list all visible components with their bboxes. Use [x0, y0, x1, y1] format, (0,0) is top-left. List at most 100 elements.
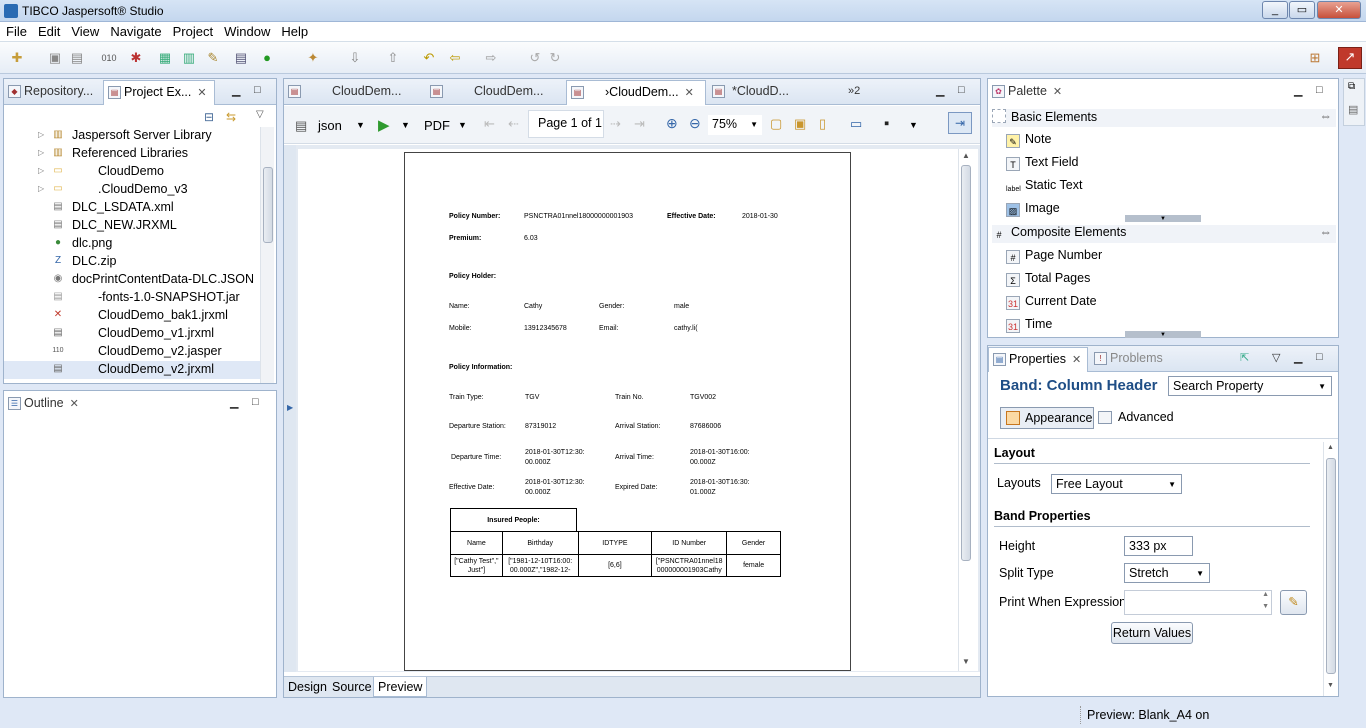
- scroll-down-icon[interactable]: ▼: [962, 657, 970, 666]
- scroll-down-icon[interactable]: ▼: [1327, 682, 1334, 689]
- view-menu-icon[interactable]: ▽: [256, 109, 264, 120]
- back-icon[interactable]: ⇦: [446, 49, 464, 67]
- palette-item-image[interactable]: ▨ Image: [1006, 201, 1060, 217]
- palette-item-text-field[interactable]: T Text Field: [1006, 155, 1079, 171]
- layouts-select[interactable]: Free Layout ▼: [1051, 474, 1182, 494]
- palette-item-total-pages[interactable]: Σ Total Pages: [1006, 271, 1090, 287]
- zoom-select[interactable]: 75% ▼: [708, 115, 762, 135]
- last-page-icon[interactable]: ⇥: [634, 116, 645, 132]
- import-icon[interactable]: ⇧: [384, 49, 402, 67]
- last-edit-icon[interactable]: ↶: [420, 49, 438, 67]
- tab-problems[interactable]: ! Problems: [1090, 347, 1180, 372]
- tab-appearance[interactable]: Appearance: [1000, 407, 1094, 429]
- tab-project-explorer[interactable]: ▤ Project Ex... ✕: [103, 80, 215, 105]
- tree-item[interactable]: ▤ CloudDemo_v2.jrxml: [4, 361, 260, 379]
- restore-icon[interactable]: ⧉: [1348, 81, 1355, 92]
- basic-elements-header[interactable]: Basic Elements ⇔: [992, 109, 1336, 127]
- chevron-down-icon[interactable]: ▼: [401, 120, 410, 130]
- save-all-icon[interactable]: ▤: [68, 49, 86, 67]
- fit-page-icon[interactable]: ▣: [794, 116, 806, 132]
- expand-arrow-icon[interactable]: ▷: [38, 148, 44, 157]
- chevron-down-icon[interactable]: ▼: [356, 120, 365, 130]
- link-editor-icon[interactable]: ⇆: [226, 110, 236, 124]
- prev-page-icon[interactable]: ⇠: [508, 116, 519, 132]
- maximize-view-icon[interactable]: □: [252, 396, 259, 408]
- tree-item[interactable]: ▤ DLC_NEW.JRXML: [4, 217, 260, 235]
- next-page-icon[interactable]: ⇢: [610, 116, 621, 132]
- menu-view[interactable]: View: [65, 22, 104, 39]
- spin-up-icon[interactable]: ▲: [1262, 591, 1269, 598]
- scroll-thumb[interactable]: [961, 165, 971, 561]
- menu-help[interactable]: Help: [275, 22, 313, 39]
- tree-item[interactable]: ▤ CloudDemo_v1.jrxml: [4, 325, 260, 343]
- minimize-view-icon[interactable]: ▁: [1294, 84, 1302, 97]
- height-input[interactable]: 333 px: [1124, 536, 1193, 556]
- tab-advanced[interactable]: Advanced: [1098, 410, 1174, 424]
- tab-preview[interactable]: Preview: [373, 677, 428, 697]
- maximize-icon[interactable]: ▭: [1289, 1, 1315, 19]
- datasource-select[interactable]: json: [318, 118, 342, 133]
- tree-item[interactable]: ✕ CloudDemo_bak1.jrxml: [4, 307, 260, 325]
- new-report-icon[interactable]: ▦: [156, 49, 174, 67]
- minimize-view-icon[interactable]: ▁: [1294, 351, 1302, 364]
- scroll-thumb[interactable]: [263, 167, 273, 243]
- pin-icon[interactable]: ⇱: [1240, 351, 1249, 364]
- close-icon[interactable]: ✕: [1317, 1, 1361, 19]
- forward-icon[interactable]: ⇨: [482, 49, 500, 67]
- palette-item-note[interactable]: ✎ Note: [1006, 132, 1051, 148]
- publish-icon[interactable]: ▤: [232, 49, 250, 67]
- print-when-input[interactable]: ▲ ▼: [1124, 590, 1272, 615]
- tree-item[interactable]: ● dlc.png: [4, 235, 260, 253]
- menu-window[interactable]: Window: [218, 22, 275, 39]
- run-report-icon[interactable]: ▶: [378, 116, 390, 134]
- maximize-view-icon[interactable]: □: [254, 84, 261, 96]
- tree-item[interactable]: ◉ docPrintContentData-DLC.JSON: [4, 271, 260, 289]
- tree-item[interactable]: ▤ DLC_LSDATA.xml: [4, 199, 260, 217]
- task-icon[interactable]: ▤: [1348, 103, 1358, 116]
- tree-item[interactable]: ▷ ▥ Referenced Libraries: [4, 145, 260, 163]
- zoom-out-icon[interactable]: ⊖: [689, 115, 701, 132]
- tab-report-1[interactable]: ▤ CloudDem...: [284, 80, 422, 105]
- composite-elements-header[interactable]: # Composite Elements ⇔: [992, 225, 1336, 243]
- close-tab-icon[interactable]: ✕: [685, 87, 694, 99]
- expand-icon[interactable]: ▶: [287, 403, 293, 412]
- tree-scrollbar[interactable]: [260, 127, 274, 383]
- tree-item[interactable]: ▷ ▭ .CloudDemo_v3: [4, 181, 260, 199]
- minimize-view-icon[interactable]: ▁: [232, 84, 240, 97]
- tab-report-2[interactable]: ▤ CloudDem...: [426, 80, 564, 105]
- save-report-icon[interactable]: ▪: [884, 115, 889, 132]
- maximize-view-icon[interactable]: □: [1316, 351, 1323, 363]
- toggle-panel-icon[interactable]: ⇥: [948, 112, 972, 134]
- first-page-icon[interactable]: ⇤: [484, 116, 495, 132]
- palette-item-page-number[interactable]: # Page Number: [1006, 248, 1102, 264]
- maximize-view-icon[interactable]: □: [1316, 84, 1323, 96]
- menu-file[interactable]: File: [0, 22, 32, 39]
- fit-width-icon[interactable]: ▯: [819, 116, 826, 132]
- menu-project[interactable]: Project: [167, 22, 218, 39]
- tab-report-4[interactable]: ▤ *CloudD...: [708, 80, 836, 105]
- redo-icon[interactable]: ↻: [546, 49, 564, 67]
- export-icon[interactable]: ⇩: [346, 49, 364, 67]
- split-type-select[interactable]: Stretch ▼: [1124, 563, 1210, 583]
- maximize-view-icon[interactable]: □: [958, 84, 965, 96]
- new-dataadapter-icon[interactable]: ▥: [180, 49, 198, 67]
- tab-repository[interactable]: ◆ Repository...: [4, 80, 102, 105]
- collapse-drawer-icon[interactable]: ⇔: [1320, 109, 1333, 123]
- close-tab-icon[interactable]: ✕: [1053, 86, 1062, 98]
- palette-item-static-text[interactable]: label Static Text: [1006, 178, 1082, 197]
- perspective-icon[interactable]: ↗: [1338, 47, 1362, 69]
- expand-arrow-icon[interactable]: ▷: [38, 166, 44, 175]
- collapse-drawer-icon[interactable]: ⇔: [1320, 225, 1333, 239]
- palette-item-current-date[interactable]: 31 Current Date: [1006, 294, 1097, 310]
- tab-palette[interactable]: ✿ Palette ✕: [988, 80, 1074, 105]
- wand-icon[interactable]: ✦: [304, 49, 322, 67]
- scroll-thumb[interactable]: [1326, 458, 1336, 674]
- minimize-view-icon[interactable]: ▁: [230, 396, 238, 409]
- return-values-button[interactable]: Return Values: [1111, 622, 1193, 644]
- expression-editor-icon[interactable]: ✎: [1280, 590, 1307, 615]
- menu-edit[interactable]: Edit: [32, 22, 65, 39]
- format-select[interactable]: PDF: [424, 118, 450, 133]
- collapse-all-icon[interactable]: ⊟: [204, 110, 214, 124]
- side-collapse-bar[interactable]: ▶: [284, 145, 296, 672]
- binary-icon[interactable]: 010: [100, 49, 118, 67]
